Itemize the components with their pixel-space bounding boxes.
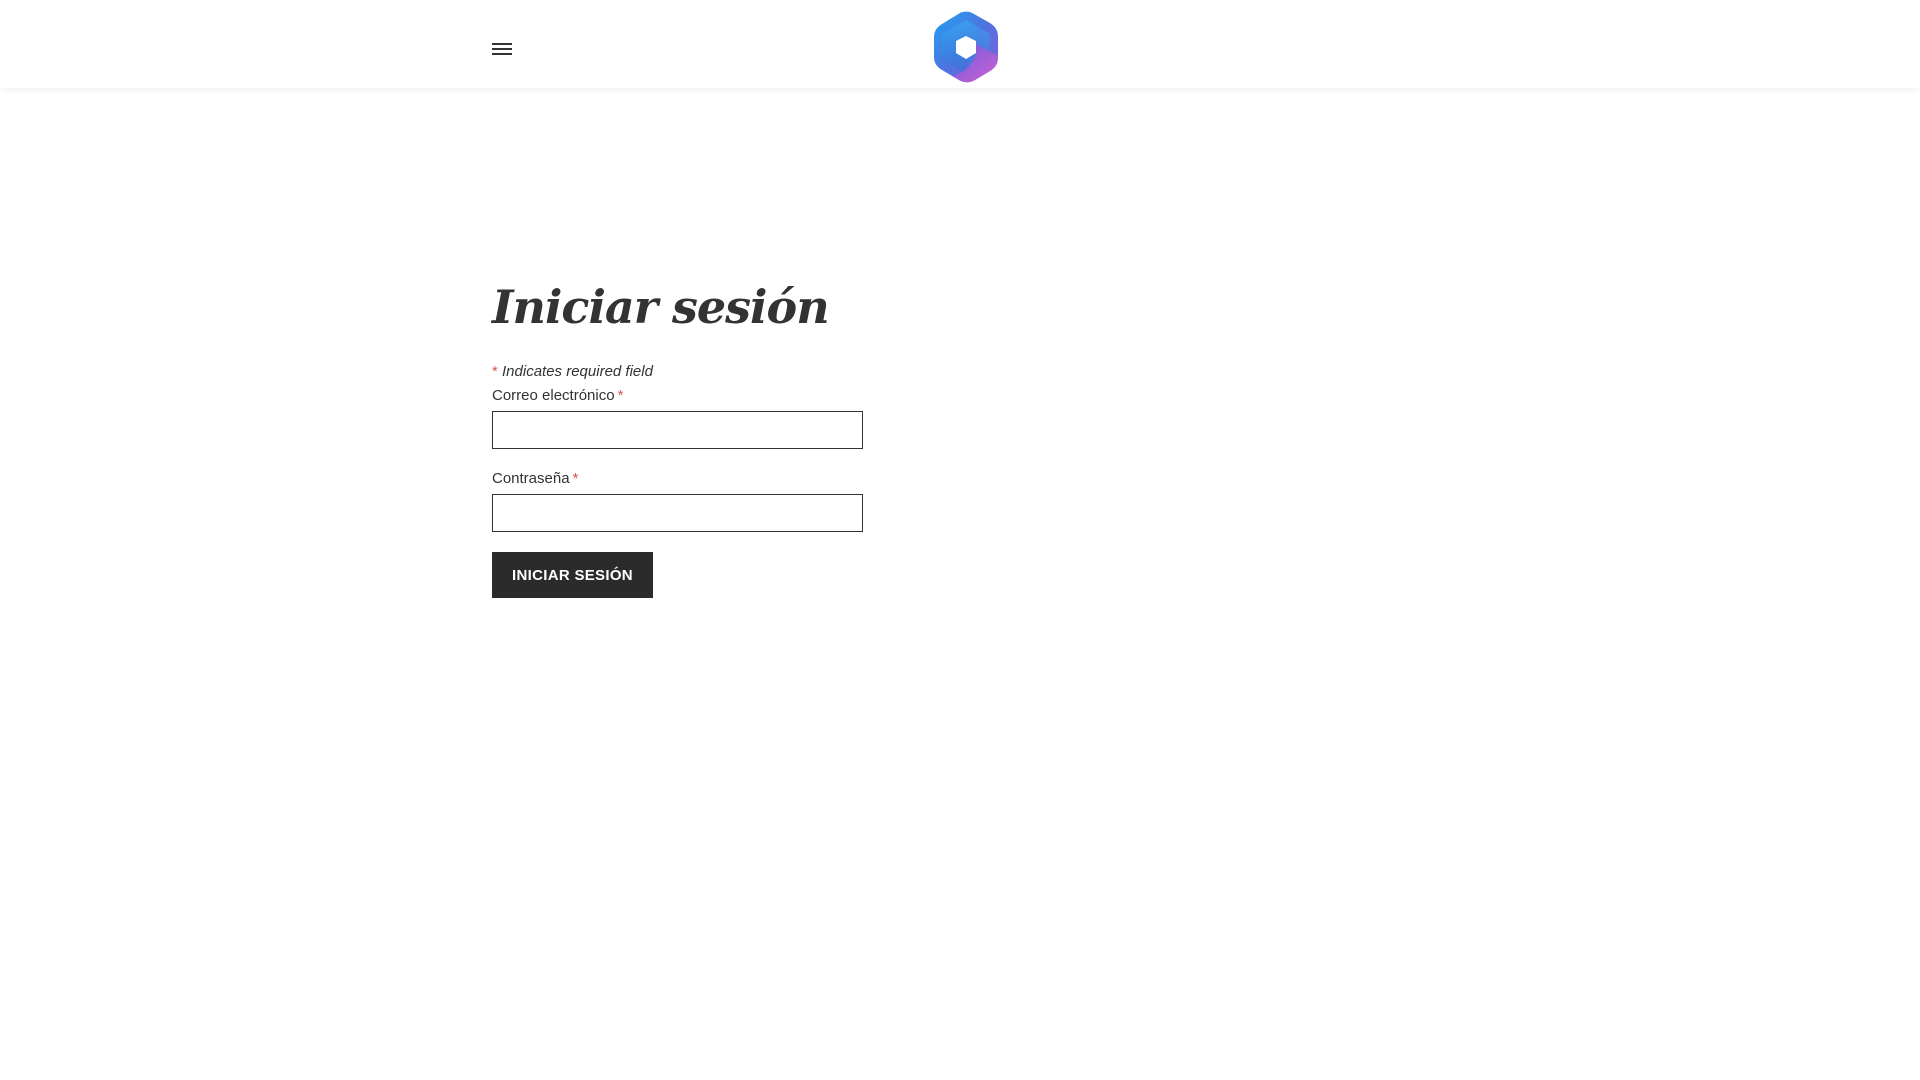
required-note: * Indicates required field — [492, 362, 1092, 382]
required-asterisk: * — [617, 387, 624, 404]
required-asterisk: * — [492, 363, 498, 380]
required-note-text: Indicates required field — [502, 363, 653, 380]
login-form: Iniciar sesión * Indicates required fiel… — [492, 272, 1092, 598]
sign-in-button[interactable]: INICIAR SESIÓN — [492, 552, 653, 598]
email-field[interactable] — [492, 411, 863, 449]
menu-line — [492, 43, 512, 45]
menu-line — [492, 48, 512, 50]
top-header — [0, 0, 1920, 88]
password-label-text: Contraseña — [492, 470, 570, 487]
page-title: Iniciar sesión — [492, 280, 830, 334]
email-label-text: Correo electrónico — [492, 387, 615, 404]
hamburger-menu-icon[interactable] — [488, 36, 516, 62]
menu-line — [492, 53, 512, 55]
required-asterisk: * — [572, 470, 579, 487]
email-label: Correo electrónico * — [492, 386, 1092, 406]
microsoft-365-logo-icon[interactable] — [930, 10, 1002, 84]
password-label: Contraseña * — [492, 469, 1092, 489]
password-field[interactable] — [492, 494, 863, 532]
